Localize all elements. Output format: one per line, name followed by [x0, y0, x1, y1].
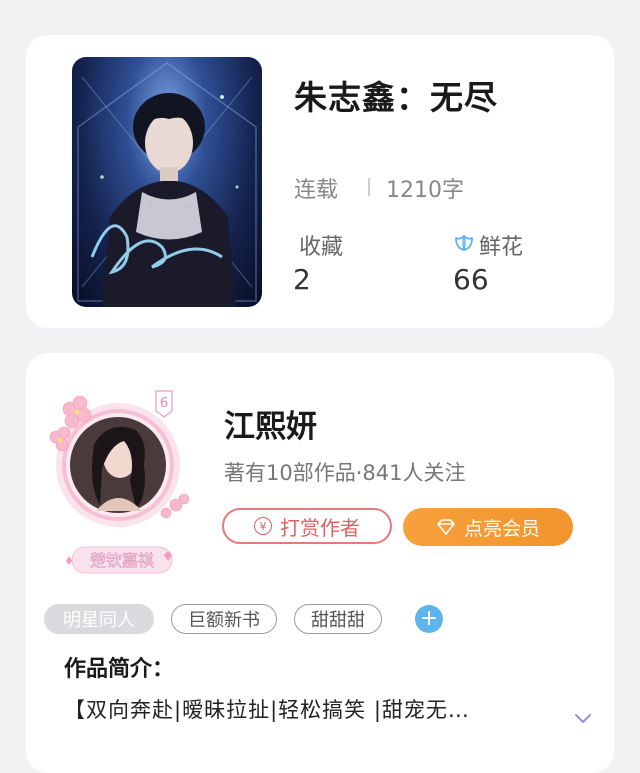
- author-level: 6: [160, 396, 168, 411]
- vip-button[interactable]: 点亮会员: [403, 508, 573, 546]
- status-divider: [368, 178, 370, 196]
- add-tag-button[interactable]: +: [415, 605, 443, 633]
- favorites-count: 2: [293, 263, 311, 296]
- word-count: 1210字: [386, 178, 464, 203]
- tag-sweet[interactable]: 甜甜甜: [294, 604, 382, 634]
- serial-status: 连载: [294, 178, 339, 203]
- vip-label: 点亮会员: [463, 517, 540, 540]
- author-avatar[interactable]: 6 楚钦嘉祺: [36, 385, 196, 585]
- cover-illustration: [77, 62, 257, 307]
- diamond-icon: [437, 519, 455, 535]
- intro-text: 【双向奔赴|暧昧拉扯|轻松搞笑 |甜宠无…: [64, 698, 470, 722]
- chevron-down-icon[interactable]: [574, 713, 592, 725]
- flower-icon: [455, 235, 473, 251]
- flowers-label: 鲜花: [479, 235, 524, 260]
- book-title: 朱志鑫：无尽: [294, 78, 498, 117]
- book-card: 朱志鑫：无尽 连载 1210字 收藏 2 鲜花 66: [26, 35, 614, 328]
- author-stats: 著有10部作品·841人关注: [224, 461, 466, 485]
- tip-author-label: 打赏作者: [280, 515, 360, 540]
- tag-celebrity-fanfic[interactable]: 明星同人: [44, 604, 154, 634]
- tip-author-button[interactable]: ¥ 打赏作者: [222, 508, 392, 544]
- yen-icon: ¥: [254, 517, 272, 535]
- book-cover-image[interactable]: [72, 57, 262, 307]
- author-card: 6 楚钦嘉祺 江熙妍 著有10部作品·841人关注 ¥ 打赏作者 点亮会员 明星…: [26, 353, 614, 773]
- flowers-count: 66: [453, 263, 489, 296]
- fan-badge-text: 楚钦嘉祺: [90, 551, 154, 570]
- tag-new-book[interactable]: 巨额新书: [171, 604, 277, 634]
- intro-heading: 作品简介：: [64, 657, 175, 682]
- favorites-label: 收藏: [299, 235, 344, 260]
- author-name[interactable]: 江熙妍: [224, 401, 317, 446]
